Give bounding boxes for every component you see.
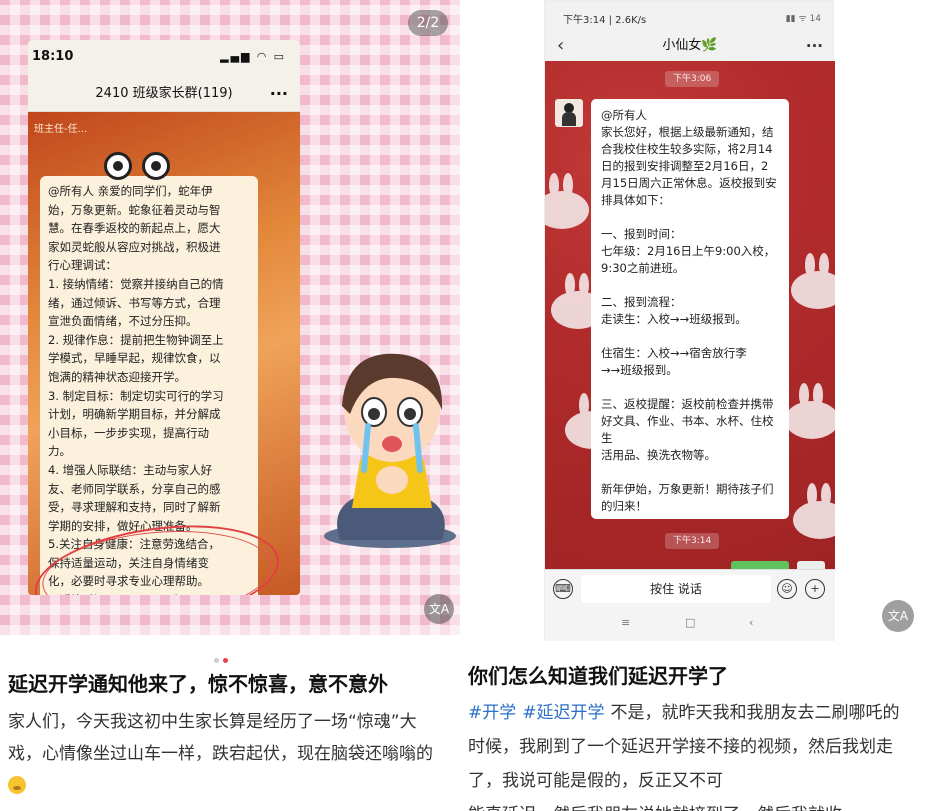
keyboard-icon: ⌨ [553,579,573,599]
left-post-image[interactable]: 2/2 18:10 ▂▄▆ ◠ ▭ 2410 班级家长群(119) ··· 班主… [0,0,460,635]
right-post-body-cutoff: 能真延迟，然后我朋友说她就接到了，然后我就收 [468,798,908,811]
left-post-card[interactable]: 2/2 18:10 ▂▄▆ ◠ ▭ 2410 班级家长群(119) ··· 班主… [0,0,460,811]
right-post-title[interactable]: 你们怎么知道我们延迟开学了 [468,660,728,689]
android-nav-bar: ≡ □ ‹ [545,607,835,641]
right-phone-screenshot: 下午3:14 | 2.6K/s ▮▮ ᯤ 14 ‹ 小仙女🌿 ··· 下午3:0… [544,0,835,641]
bunny-decoration [793,483,835,539]
back-arrow-icon: ‹ [557,35,565,56]
left-phone-screenshot: 18:10 ▂▄▆ ◠ ▭ 2410 班级家长群(119) ··· 班主任-任.… [28,40,300,595]
crying-kid-sticker [324,353,456,548]
hold-to-talk-button: 按住 说话 [581,575,771,603]
left-post-body-text: 家人们，今天我这初中生家长算是经历了一场“惊魂”大戏，心情像坐过山车一样，跌宕起… [8,712,433,764]
contact-name: 小仙女 [662,38,702,53]
chat-area: 下午3:06 @所有人 家长您好，根据上级最新通知，结 合我校住校生较多实际，将… [545,61,835,569]
left-post-title[interactable]: 延迟开学通知他来了，惊不惊喜，意不意外 [8,668,388,697]
chat-header: ‹ 小仙女🌿 ··· [545,31,835,61]
sender-name: 班主任-任... [34,124,88,135]
image-preview [797,561,825,569]
status-bar: 18:10 ▂▄▆ ◠ ▭ [28,40,300,76]
more-icon: ··· [269,84,288,103]
status-time: 18:10 [32,49,74,64]
avatar [555,99,583,127]
right-post-body[interactable]: #开学 #延迟开学 不是，就昨天我和我朋友去二刷哪吒的时候，我刷到了一个延迟开学接不… [468,696,908,811]
googly-eye-icon [104,152,132,180]
timestamp: 下午3:06 [665,71,720,87]
carousel-dots [214,648,232,667]
hashtag-link[interactable]: #延迟开学 [522,703,604,723]
more-icon: ··· [805,37,823,55]
status-text: 下午3:14 | 2.6K/s [563,15,647,26]
input-bar: ⌨ 按住 说话 ☺ + [545,569,835,607]
page-counter: 2/2 [408,10,448,36]
status-bar: 下午3:14 | 2.6K/s ▮▮ ᯤ 14 [545,1,835,31]
signal-battery-icon: ▮▮ ᯤ 14 [785,14,821,24]
back-nav-icon: ‹ [749,616,754,629]
left-post-body[interactable]: 家人们，今天我这初中生家长算是经历了一场“惊魂”大戏，心情像坐过山车一样，跌宕起… [8,706,448,802]
bunny-decoration [545,173,589,229]
translate-icon[interactable]: 文A [424,594,454,624]
menu-nav-icon: ≡ [621,616,631,629]
message-bubble: @所有人 家长您好，根据上级最新通知，结 合我校住校生较多实际，将2月14 日的… [591,99,789,519]
googly-eye-icon [142,152,170,180]
translate-icon[interactable]: 文A [882,600,914,632]
home-nav-icon: □ [685,616,696,629]
leaf-icon: 🌿 [701,38,718,53]
hashtag-link[interactable]: #开学 [468,703,516,723]
plus-icon: + [805,579,825,599]
carousel-dot-active [223,658,228,663]
chat-area: 班主任-任... @所有人 亲爱的同学们，蛇年伊 始，万象更新。蛇象征着灵动与智… [28,112,300,595]
bunny-decoration [791,253,835,309]
carousel-dot [214,658,219,663]
emoji-icon: ☺ [777,579,797,599]
group-title: 2410 班级家长群(119) [95,86,233,101]
sent-message-preview [731,561,789,569]
chat-header: 2410 班级家长群(119) ··· [28,76,300,112]
signal-wifi-battery-icon: ▂▄▆ ◠ ▭ [220,50,286,63]
bunny-decoration [785,383,835,439]
dizzy-face-emoji-icon [8,776,26,794]
right-post-card[interactable]: 下午3:14 | 2.6K/s ▮▮ ᯤ 14 ‹ 小仙女🌿 ··· 下午3:0… [460,0,928,811]
timestamp: 下午3:14 [665,533,720,549]
